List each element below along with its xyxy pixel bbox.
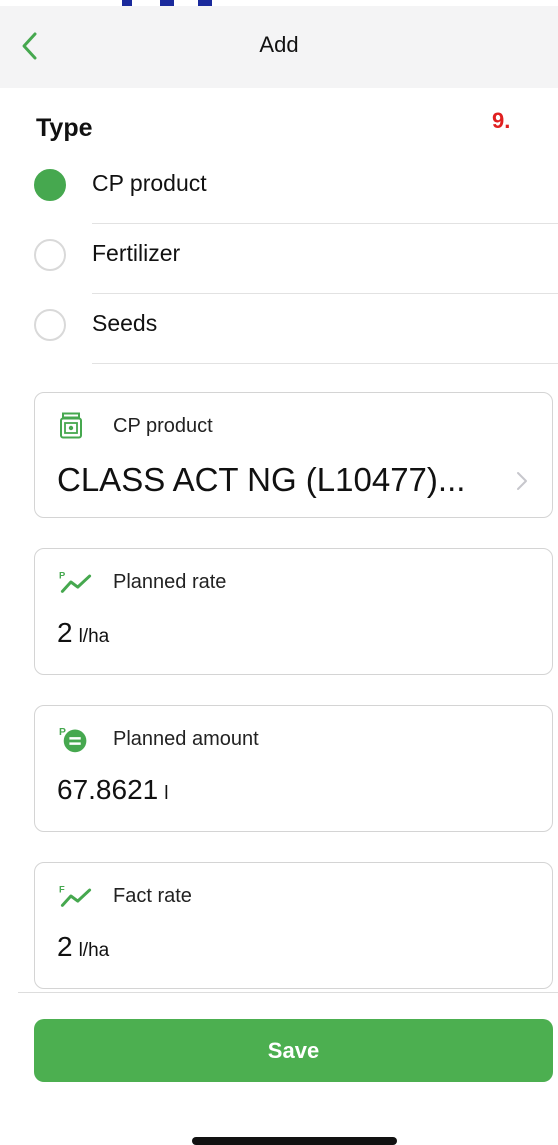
field-label: Planned amount: [113, 727, 259, 750]
chevron-right-icon: [517, 472, 527, 490]
planned-rate-field[interactable]: P Planned rate 2 l/ha: [34, 548, 553, 675]
planned-amount-field[interactable]: P Planned amount 67.8621 l: [34, 705, 553, 832]
field-value: 2: [57, 617, 73, 648]
field-unit: l/ha: [78, 940, 110, 961]
page-title: Add: [259, 32, 299, 57]
save-button[interactable]: Save: [34, 1019, 553, 1082]
planned-rate-trend-icon: P: [59, 567, 93, 597]
radio-unselected-icon: [34, 239, 66, 271]
product-canister-icon: [59, 411, 93, 441]
home-indicator[interactable]: [192, 1137, 397, 1145]
radio-label: CP product: [92, 170, 207, 196]
field-label: CP product: [113, 414, 213, 437]
navigation-bar: Add: [0, 6, 558, 88]
field-value: 2: [57, 931, 73, 962]
cp-product-selector[interactable]: CP product CLASS ACT NG (L10477)...: [34, 392, 553, 518]
field-label: Planned rate: [113, 570, 227, 593]
field-label: Fact rate: [113, 884, 192, 907]
fact-rate-trend-icon: F: [59, 881, 93, 911]
radio-label: Fertilizer: [92, 240, 181, 266]
fact-rate-field[interactable]: F Fact rate 2 l/ha: [34, 862, 553, 989]
field-value-group: 2 l/ha: [57, 931, 109, 963]
step-number-annotation: 9.: [492, 108, 511, 133]
field-value-group: 2 l/ha: [57, 617, 109, 649]
radio-selected-icon: [34, 169, 66, 201]
field-unit: l/ha: [78, 626, 110, 647]
radio-option-seeds[interactable]: Seeds: [34, 294, 558, 364]
type-section-title: Type: [36, 114, 93, 142]
radio-option-cp-product[interactable]: CP product: [34, 154, 558, 224]
field-value-group: 67.8621 l: [57, 774, 168, 806]
planned-amount-icon: P: [59, 724, 93, 754]
divider: [18, 992, 558, 993]
field-unit: l: [164, 783, 169, 804]
divider: [92, 363, 558, 364]
radio-unselected-icon: [34, 309, 66, 341]
field-value: 67.8621: [57, 774, 159, 805]
svg-text:F: F: [59, 885, 65, 895]
field-value: CLASS ACT NG (L10477)...: [57, 461, 466, 498]
radio-label: Seeds: [92, 310, 158, 336]
radio-option-fertilizer[interactable]: Fertilizer: [34, 224, 558, 294]
svg-text:P: P: [59, 571, 65, 581]
